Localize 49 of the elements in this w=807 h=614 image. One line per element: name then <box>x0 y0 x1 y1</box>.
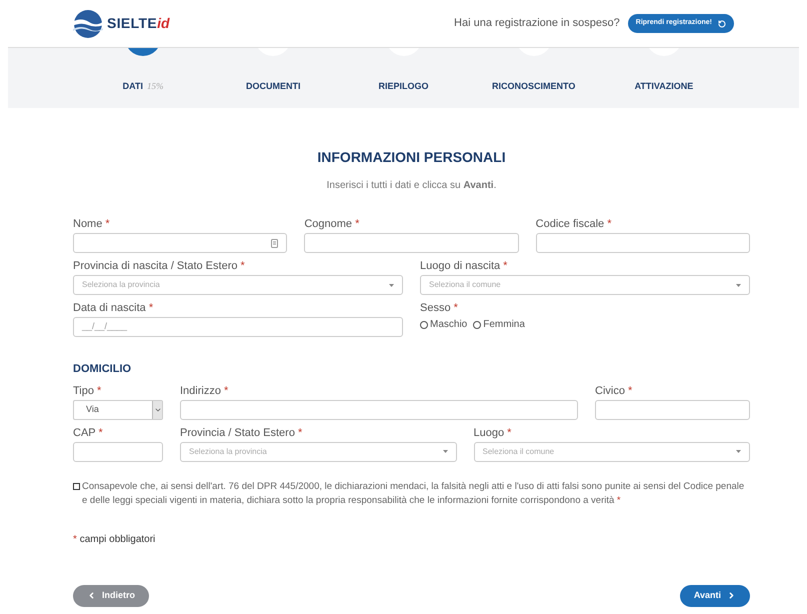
step-label[interactable]: ATTIVAZIONE <box>634 80 694 94</box>
logo-text: SIELTE <box>107 14 158 33</box>
text-field[interactable] <box>73 442 163 462</box>
chevron-left-icon <box>87 591 96 600</box>
step-label[interactable]: RICONOSCIMENTO <box>492 80 576 94</box>
text-field[interactable] <box>304 233 519 253</box>
consent-text: Consapevole che, ai sensi dell'art. 76 del DPR 445/2000, le dichiarazioni mendaci, la falsità negli atti e l'uso di atti falsi sono punite ai sensi del Codice penale e delle leggi speciali vigenti in materia, dichiara sotto la propria responsabilità che le informazioni fornite corrispondono a verità * <box>82 480 746 508</box>
page-subtitle: Inserisci i tutti i dati e clicca su Avanti. <box>326 179 498 193</box>
page-title: INFORMAZIONI PERSONALI <box>316 148 507 167</box>
caret-icon <box>736 450 741 453</box>
field-label: Luogo * <box>474 426 512 440</box>
step-label[interactable]: DOCUMENTI <box>246 80 301 94</box>
caret-icon <box>389 284 394 286</box>
caret-icon <box>442 450 448 453</box>
required-note: * campi obbligatori <box>73 532 156 546</box>
field-label: Nome * <box>73 217 111 231</box>
field-label: Data di nascita * <box>73 301 154 315</box>
radio-label: Femmina <box>483 318 525 332</box>
radio-button[interactable] <box>420 320 428 328</box>
logo-suffix: id <box>157 14 170 33</box>
caret-icon <box>736 284 741 286</box>
section-title: DOMICILIO <box>73 362 132 377</box>
back-button[interactable]: Indietro <box>73 584 149 606</box>
consent-checkbox[interactable] <box>73 482 80 490</box>
text-field[interactable]: __/__/____ <box>73 317 403 337</box>
text-field[interactable] <box>536 233 750 253</box>
next-button[interactable]: Avanti <box>680 584 750 606</box>
field-label: Tipo * <box>73 384 102 398</box>
text-field[interactable] <box>180 400 578 420</box>
logo-icon <box>73 8 103 38</box>
pending-question: Hai una registrazione in sospeso? <box>454 16 620 32</box>
radio-button[interactable] <box>473 320 482 328</box>
dropdown-field[interactable]: Via <box>73 400 163 420</box>
field-label: Cognome * <box>304 217 360 231</box>
text-field[interactable] <box>595 400 750 420</box>
field-label: Codice fiscale * <box>536 217 612 231</box>
field-label: Indirizzo * <box>180 384 230 398</box>
chevron-right-icon <box>727 591 736 600</box>
field-label: Luogo di nascita * <box>420 259 508 273</box>
undo-icon <box>718 20 726 28</box>
field-label: CAP * <box>73 426 104 440</box>
text-field[interactable] <box>73 233 288 253</box>
field-label: Provincia di nascita / Stato Estero * <box>73 259 246 273</box>
field-label: Sesso * <box>420 301 459 315</box>
field-label: Provincia / Stato Estero * <box>180 426 304 440</box>
step-label[interactable]: DATI <box>122 80 144 94</box>
field-label: Civico * <box>595 384 634 398</box>
step-label[interactable]: RIEPILOGO <box>378 80 429 94</box>
radio-label: Maschio <box>430 318 468 332</box>
